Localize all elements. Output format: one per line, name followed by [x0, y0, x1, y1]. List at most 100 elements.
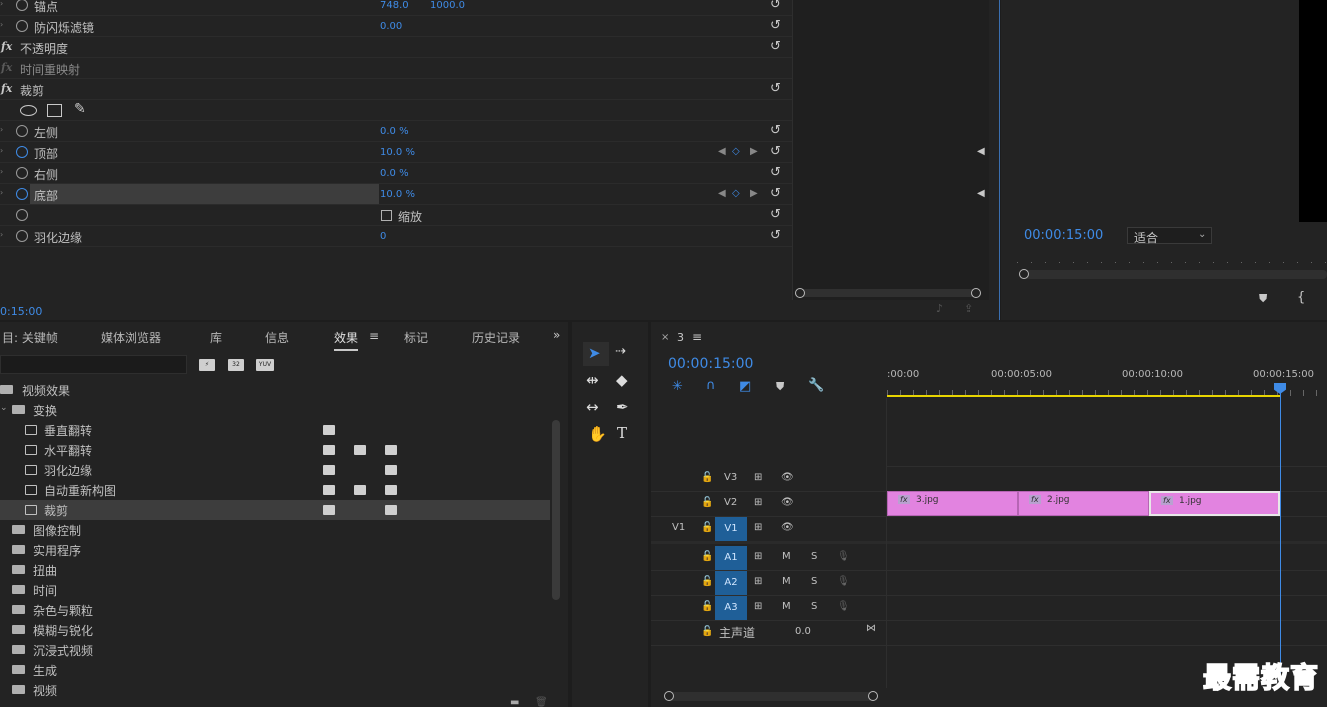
reset-icon[interactable]: ↺ — [770, 39, 781, 54]
snap-icon[interactable]: ∩ — [706, 378, 716, 393]
yuv-effects-icon[interactable]: YUV — [256, 359, 274, 371]
panel-menu-icon[interactable]: ≡ — [692, 330, 702, 344]
filter-icon[interactable]: ♪ — [936, 302, 943, 315]
zoom-handle-left[interactable] — [664, 691, 674, 701]
playhead-line[interactable] — [1280, 384, 1281, 687]
lock-icon[interactable]: 🔓 — [701, 522, 713, 533]
reset-icon[interactable]: ↺ — [770, 207, 781, 222]
effects-tree-item[interactable]: 实用程序 — [0, 540, 550, 560]
scroll-handle-right[interactable] — [971, 288, 981, 298]
track-select-tool-icon[interactable]: ⇢ — [615, 344, 626, 359]
timeline-timecode[interactable]: 00:00:15:00 — [668, 356, 753, 372]
pen-mask-icon[interactable]: ✎ — [74, 101, 86, 117]
reset-icon[interactable]: ↺ — [770, 81, 781, 96]
next-keyframe-icon[interactable]: ▶ — [750, 188, 758, 199]
track-target-a2[interactable]: A2 — [715, 571, 747, 595]
solo-button[interactable]: S — [811, 601, 817, 612]
tab-library[interactable]: 库 — [210, 329, 222, 346]
toggle-sync-icon[interactable]: ⊞ — [754, 472, 762, 483]
type-tool-icon[interactable]: T — [617, 424, 627, 442]
lock-icon[interactable]: 🔓 — [701, 551, 713, 562]
crop-bottom-value[interactable]: 10.0 % — [380, 189, 415, 200]
stopwatch-icon[interactable] — [16, 20, 28, 32]
crop-top-value[interactable]: 10.0 % — [380, 147, 415, 158]
scroll-handle-left[interactable] — [795, 288, 805, 298]
eye-icon[interactable]: 👁 — [781, 472, 794, 483]
tab-markers[interactable]: 标记 — [404, 329, 428, 346]
anti-flicker-value[interactable]: 0.00 — [380, 21, 402, 32]
effects-tree-item[interactable]: 图像控制 — [0, 520, 550, 540]
stopwatch-icon[interactable] — [16, 230, 28, 242]
track-target-v1[interactable]: V1 — [715, 517, 747, 541]
keyframe-marker-icon[interactable]: ◀ — [977, 146, 985, 157]
add-keyframe-icon[interactable]: ◇ — [732, 146, 740, 157]
toggle-sync-icon[interactable]: ⊞ — [754, 522, 762, 533]
zoom-handle-right[interactable] — [868, 691, 878, 701]
effect-controls-timecode[interactable]: 0:15:00 — [0, 305, 42, 318]
effects-tree-item[interactable]: 水平翻转 — [0, 440, 550, 460]
lock-icon[interactable]: 🔓 — [701, 576, 713, 587]
fit-dropdown[interactable]: 适合 ⌄ — [1127, 227, 1212, 245]
sequence-tab[interactable]: 3 — [677, 331, 684, 344]
mute-button[interactable]: M — [782, 601, 791, 612]
stopwatch-active-icon[interactable] — [16, 188, 28, 200]
effects-tree-item[interactable]: 生成 — [0, 660, 550, 680]
toggle-sync-icon[interactable]: ⊞ — [754, 551, 762, 562]
anchor-x-value[interactable]: 748.0 — [380, 0, 409, 11]
time-ruler[interactable] — [887, 382, 1327, 396]
zoom-checkbox[interactable] — [381, 210, 392, 221]
accelerated-effects-icon[interactable]: ⚡ — [199, 359, 215, 371]
tab-effects[interactable]: 效果 — [334, 329, 359, 351]
time-remap-row[interactable]: fx 时间重映射 — [0, 58, 792, 79]
chevron-down-icon[interactable]: ⌄ — [0, 403, 8, 413]
zoom-handle[interactable] — [1019, 269, 1029, 279]
effects-tree-item[interactable]: 杂色与颗粒 — [0, 600, 550, 620]
keyframe-scrollbar[interactable] — [795, 288, 981, 298]
effects-tree-item[interactable]: 模糊与锐化 — [0, 620, 550, 640]
hand-tool-icon[interactable]: ✋ — [588, 425, 607, 443]
new-folder-icon[interactable]: ▬ — [510, 697, 519, 707]
fx-badge[interactable]: fx — [1161, 496, 1173, 505]
master-toggle-icon[interactable]: ⋈ — [866, 623, 876, 634]
stopwatch-active-icon[interactable] — [16, 146, 28, 158]
slip-tool-icon[interactable]: ↔ — [586, 398, 599, 416]
mark-in-icon[interactable]: { — [1297, 290, 1305, 305]
fx-badge[interactable]: fx — [1029, 495, 1041, 504]
linked-selection-icon[interactable]: ◩ — [739, 379, 751, 394]
master-volume[interactable]: 0.0 — [795, 626, 811, 637]
solo-button[interactable]: S — [811, 576, 817, 587]
tab-info[interactable]: 信息 — [265, 329, 289, 346]
razor-tool-icon[interactable]: ◆ — [616, 371, 628, 389]
effects-tree-item[interactable]: 时间 — [0, 580, 550, 600]
effects-tree-item[interactable]: 垂直翻转 — [0, 420, 550, 440]
reset-icon[interactable]: ↺ — [770, 165, 781, 180]
effects-tree-item[interactable]: 羽化边缘 — [0, 460, 550, 480]
opacity-row[interactable]: fx 不透明度 ↺ — [0, 37, 792, 58]
reset-icon[interactable]: ↺ — [770, 186, 781, 201]
selection-tool-icon[interactable]: ➤ — [588, 344, 601, 362]
tab-keyframes[interactable]: 目: 关键帧 — [2, 329, 58, 346]
microphone-icon[interactable]: 🎙 — [837, 551, 850, 562]
eye-icon[interactable]: 👁 — [781, 497, 794, 508]
feather-value[interactable]: 0 — [380, 231, 386, 242]
fx-icon[interactable]: fx — [1, 82, 12, 95]
mute-button[interactable]: M — [782, 551, 791, 562]
mute-button[interactable]: M — [782, 576, 791, 587]
fx-icon[interactable]: fx — [1, 40, 12, 53]
more-tabs-icon[interactable]: » — [553, 328, 560, 342]
add-keyframe-icon[interactable]: ◇ — [732, 188, 740, 199]
effects-search-input[interactable] — [0, 355, 187, 374]
source-patch[interactable]: V1 — [672, 522, 685, 533]
track-target-a1[interactable]: A1 — [715, 546, 747, 570]
32bit-effects-icon[interactable]: 32 — [228, 359, 244, 371]
track-name[interactable]: V3 — [724, 472, 737, 483]
lock-icon[interactable]: 🔓 — [701, 472, 713, 483]
stopwatch-icon[interactable] — [16, 0, 28, 11]
effects-tree-item[interactable]: 裁剪 — [0, 500, 550, 520]
keyframe-marker-icon[interactable]: ◀ — [977, 188, 985, 199]
prev-keyframe-icon[interactable]: ◀ — [718, 146, 726, 157]
effects-tree-item[interactable]: 视频效果 — [0, 380, 550, 400]
reset-icon[interactable]: ↺ — [770, 228, 781, 243]
crop-left-value[interactable]: 0.0 % — [380, 126, 409, 137]
clip[interactable]: fx 3.jpg — [887, 491, 1018, 516]
